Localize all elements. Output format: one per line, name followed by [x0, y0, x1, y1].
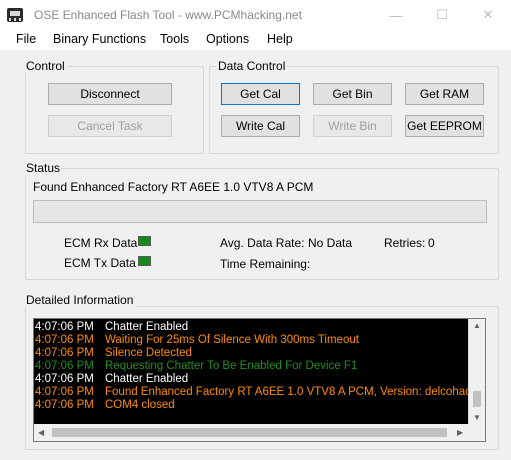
vertical-scroll-thumb[interactable]: [473, 391, 481, 407]
get-eeprom-button[interactable]: Get EEPROM: [405, 115, 484, 137]
ecm-rx-indicator: [138, 236, 151, 246]
retries-label: Retries:: [384, 236, 426, 250]
menu-binary-functions[interactable]: Binary Functions: [53, 32, 146, 46]
write-cal-button[interactable]: Write Cal: [221, 115, 300, 137]
log-time: 4:07:06 PM: [35, 373, 94, 385]
avg-data-rate-value: No Data: [308, 236, 353, 250]
status-message: Found Enhanced Factory RT A6EE 1.0 VTV8 …: [33, 180, 314, 194]
scroll-up-icon[interactable]: ▲: [473, 321, 481, 330]
minimize-icon: —: [389, 7, 403, 23]
log-message: Chatter Enabled: [105, 373, 189, 385]
disconnect-button[interactable]: Disconnect: [48, 83, 172, 105]
app-icon: [7, 8, 23, 22]
ecm-tx-label: ECM Tx Data: [64, 256, 136, 270]
log-panel[interactable]: 4:07:06 PM Chatter Enabled 4:07:06 PM Waiti…: [33, 318, 486, 442]
retries-value: 0: [428, 236, 435, 250]
control-group: [25, 66, 204, 154]
menu-tools[interactable]: Tools: [160, 32, 189, 46]
close-button[interactable]: ✕: [465, 0, 511, 30]
cancel-task-button[interactable]: Cancel Task: [48, 115, 172, 137]
log-message: Requesting Chatter To Be Enabled For Dev…: [105, 360, 358, 372]
menu-help[interactable]: Help: [267, 32, 293, 46]
log-message: Waiting For 25ms Of Silence With 300ms T…: [105, 334, 359, 346]
title-bar: OSE Enhanced Flash Tool - www.PCMhacking…: [0, 0, 511, 30]
get-ram-button[interactable]: Get RAM: [405, 83, 484, 105]
ecm-tx-indicator: [138, 256, 151, 266]
detail-group-label: Detailed Information: [24, 293, 136, 307]
data-control-group: [209, 66, 499, 154]
log-time: 4:07:06 PM: [35, 334, 94, 346]
log-time: 4:07:06 PM: [35, 399, 94, 411]
log-time: 4:07:06 PM: [35, 321, 94, 333]
control-group-label: Control: [24, 59, 67, 73]
status-group-label: Status: [24, 161, 63, 175]
scrollbar-corner: [468, 424, 485, 441]
log-message: COM4 closed: [105, 399, 175, 411]
menu-file[interactable]: File: [16, 32, 36, 46]
maximize-button[interactable]: ☐: [419, 0, 465, 30]
log-message: Chatter Enabled: [105, 321, 189, 333]
log-time: 4:07:06 PM: [35, 347, 94, 359]
minimize-button[interactable]: —: [373, 0, 419, 30]
data-control-group-label: Data Control: [216, 59, 288, 73]
scroll-right-icon[interactable]: ▶: [457, 428, 463, 437]
maximize-icon: ☐: [436, 7, 448, 22]
log-time: 4:07:06 PM: [35, 386, 94, 398]
time-remaining-label: Time Remaining:: [220, 257, 311, 271]
horizontal-scroll-thumb[interactable]: [52, 428, 447, 437]
get-cal-button[interactable]: Get Cal: [221, 83, 300, 105]
log-message: Silence Detected: [105, 347, 192, 359]
write-bin-button[interactable]: Write Bin: [313, 115, 392, 137]
horizontal-scrollbar[interactable]: ◀ ▶: [34, 424, 468, 441]
log-time: 4:07:06 PM: [35, 360, 94, 372]
close-icon: ✕: [482, 7, 494, 22]
avg-data-rate-label: Avg. Data Rate:: [220, 236, 305, 250]
log-message: Found Enhanced Factory RT A6EE 1.0 VTV8 …: [105, 386, 486, 398]
menu-bar: File Binary Functions Tools Options Help: [0, 30, 511, 50]
vertical-scrollbar[interactable]: ▲ ▼: [468, 319, 485, 425]
ecm-rx-label: ECM Rx Data: [64, 236, 138, 250]
scroll-down-icon[interactable]: ▼: [473, 413, 481, 422]
menu-options[interactable]: Options: [206, 32, 249, 46]
progress-bar: [33, 200, 487, 223]
get-bin-button[interactable]: Get Bin: [313, 83, 392, 105]
scroll-left-icon[interactable]: ◀: [38, 428, 44, 437]
window-title: OSE Enhanced Flash Tool - www.PCMhacking…: [34, 8, 302, 22]
